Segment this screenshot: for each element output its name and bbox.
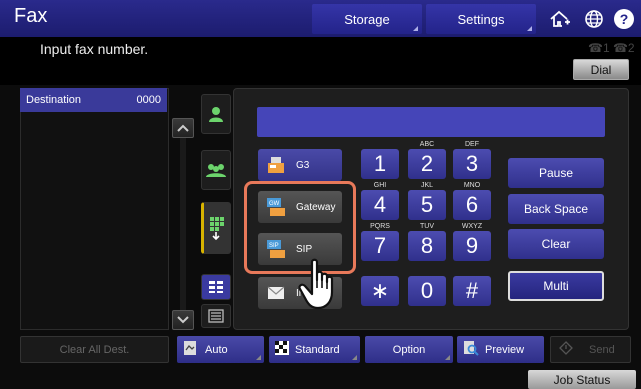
corner-indicator-icon [413, 26, 418, 31]
chevron-down-icon [177, 316, 189, 324]
job-status-button[interactable]: Job Status [528, 370, 636, 389]
tab-group[interactable] [201, 150, 231, 190]
key-8[interactable]: 8 [408, 231, 446, 261]
tab-list-view[interactable] [201, 274, 231, 300]
detail-icon [208, 309, 224, 323]
scroll-up-button[interactable] [172, 118, 194, 138]
send-button[interactable]: Send [550, 336, 631, 363]
dial-button[interactable]: Dial [573, 59, 629, 80]
key-0[interactable]: 0 [408, 276, 446, 306]
key-sublabel: GHI [373, 182, 387, 189]
key-9[interactable]: 9 [453, 231, 491, 261]
destination-label: Destination [26, 94, 82, 106]
clear-button[interactable]: Clear [508, 229, 604, 259]
key-hash[interactable]: # [453, 276, 491, 306]
key-sublabel: TUV [420, 223, 434, 230]
key-sublabel: MNO [463, 182, 481, 189]
help-icon: ? [614, 9, 634, 29]
key-sublabel: ABC [419, 141, 435, 148]
standard-button[interactable]: Standard [269, 336, 360, 363]
resolution-icon [275, 341, 289, 358]
key-5[interactable]: 5 [408, 190, 446, 220]
scrollbar-track[interactable] [180, 138, 186, 312]
storage-button[interactable]: Storage [312, 4, 422, 34]
instruction-text: Input fax number. [40, 41, 149, 57]
corner-indicator-icon [352, 355, 357, 360]
magnifier-icon [463, 340, 479, 359]
corner-indicator-icon [445, 355, 450, 360]
settings-button[interactable]: Settings [426, 4, 536, 34]
option-label: Option [392, 343, 426, 356]
key-2[interactable]: 2 [408, 149, 446, 179]
storage-label: Storage [344, 11, 390, 27]
destination-header: Destination 0000 [20, 88, 167, 112]
key-1[interactable]: 1 [361, 149, 399, 179]
scroll-down-button[interactable] [172, 310, 194, 330]
envelope-icon [266, 283, 286, 303]
app-title: Fax [14, 5, 48, 27]
key-6[interactable]: 6 [453, 190, 491, 220]
fax-number-field[interactable] [257, 107, 605, 137]
auto-label: Auto [205, 343, 228, 356]
document-icon [183, 340, 197, 359]
tab-detail-view[interactable] [201, 304, 231, 328]
fax-machine-icon [266, 155, 286, 175]
corner-indicator-icon [256, 355, 261, 360]
list-icon [209, 281, 223, 293]
group-icon [206, 164, 226, 177]
key-sublabel: WXYZ [461, 223, 483, 230]
destination-list[interactable] [20, 88, 169, 330]
multi-button[interactable]: Multi [508, 271, 604, 301]
line-status-icons: ☎1 ☎2 [588, 41, 635, 55]
standard-label: Standard [295, 343, 340, 356]
settings-label: Settings [457, 11, 505, 27]
person-icon [209, 107, 223, 122]
key-sublabel: JKL [420, 182, 434, 189]
tab-address-book[interactable] [201, 94, 231, 134]
help-button[interactable]: ? [611, 6, 637, 32]
key-3[interactable]: 3 [453, 149, 491, 179]
hand-pointer-icon [296, 258, 346, 312]
g3-label: G3 [296, 159, 310, 171]
pause-button[interactable]: Pause [508, 158, 604, 188]
key-star[interactable]: ∗ [361, 276, 399, 306]
tab-keypad[interactable] [201, 202, 231, 254]
key-sublabel: DEF [465, 141, 479, 148]
send-label: Send [589, 343, 615, 356]
auto-button[interactable]: Auto [177, 336, 264, 363]
home-plus-icon[interactable] [547, 6, 573, 32]
corner-indicator-icon [527, 26, 532, 31]
key-7[interactable]: 7 [361, 231, 399, 261]
diamond-start-icon [559, 341, 573, 358]
chevron-up-icon [177, 124, 189, 132]
backspace-button[interactable]: Back Space [508, 194, 604, 224]
preview-button[interactable]: Preview [457, 336, 544, 363]
destination-count: 0000 [136, 94, 161, 106]
globe-icon[interactable] [581, 6, 607, 32]
keypad-icon [210, 217, 224, 241]
key-sublabel: PQRS [370, 223, 390, 230]
option-button[interactable]: Option [365, 336, 453, 363]
g3-button[interactable]: G3 [258, 149, 342, 181]
clear-all-destinations-button[interactable]: Clear All Dest. [20, 336, 169, 363]
key-4[interactable]: 4 [361, 190, 399, 220]
preview-label: Preview [485, 343, 525, 356]
